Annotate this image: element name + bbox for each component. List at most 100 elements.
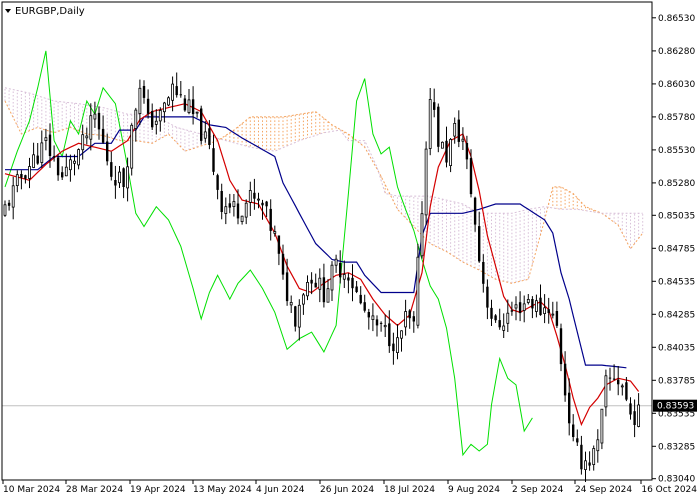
candle-body-bear <box>580 444 583 470</box>
candle-body-bull <box>301 294 305 305</box>
candle-body-bear <box>48 134 52 156</box>
candle-body-bull <box>257 198 260 201</box>
candle-body-bear <box>339 263 342 278</box>
y-tick-label: 0.85780 <box>658 113 695 123</box>
candle-body-bear <box>142 86 146 98</box>
candle-body-bear <box>261 202 264 206</box>
candle-body-bull <box>203 131 207 139</box>
candle-body-bull <box>126 166 129 189</box>
candle-body-bear <box>518 302 522 314</box>
candle <box>437 103 440 153</box>
candle-body-bear <box>20 174 23 178</box>
candle-body-bear <box>490 307 493 319</box>
candle-body-bull <box>334 258 338 266</box>
candle-body-bear <box>191 99 195 115</box>
x-tick-label: 4 Jun 2024 <box>256 485 305 495</box>
candle-body-bull <box>551 313 555 316</box>
candle <box>167 96 170 107</box>
candle-body-bull <box>600 408 604 444</box>
chart-background <box>0 0 700 500</box>
candle-body-bull <box>248 190 252 203</box>
x-tick-label: 16 Oct 2024 <box>641 485 697 495</box>
candle-body-bear <box>114 180 117 186</box>
candle-body-bull <box>134 109 138 129</box>
candle-body-bull <box>453 123 457 137</box>
current-price-label: 0.83593 <box>653 399 697 412</box>
candle-body-bear <box>445 140 448 163</box>
candle-body-bull <box>637 404 640 427</box>
candle-body-bear <box>379 322 383 324</box>
x-tick-label: 24 Sep 2024 <box>575 485 632 495</box>
candle-body-bull <box>543 307 546 314</box>
candle-body-bear <box>367 312 370 318</box>
x-tick-label: 28 Mar 2024 <box>66 485 123 495</box>
candle-body-bull <box>330 264 334 291</box>
candle-body-bull <box>404 311 408 328</box>
candle-body-bull <box>318 277 322 290</box>
candle-body-bull <box>620 385 624 388</box>
y-tick-label: 0.86530 <box>658 14 695 24</box>
candle-body-bull <box>297 304 301 328</box>
candle-body-bear <box>7 202 11 206</box>
candle-body-bear <box>559 328 563 365</box>
candle-body-bear <box>220 191 223 212</box>
candle-body-bull <box>44 137 48 141</box>
candle-body-bear <box>175 86 178 96</box>
candle-body-bull <box>158 110 162 122</box>
candle-body-bull <box>502 325 506 331</box>
candle <box>440 141 444 149</box>
candle-body-bear <box>375 319 379 326</box>
candle-body-bull <box>306 281 309 297</box>
candle-body-bull <box>171 83 175 101</box>
candle-body-bull <box>195 111 199 114</box>
candle-body-bull <box>89 115 93 140</box>
candle-body-bear <box>576 438 579 443</box>
candle-body-bull <box>40 142 44 163</box>
candle-body-bear <box>392 343 395 352</box>
candle-body-bear <box>629 403 632 415</box>
candle-body-bull <box>77 149 80 166</box>
candle-body-bear <box>269 208 272 231</box>
candle-body-bear <box>531 299 534 309</box>
candle-body-bull <box>232 201 236 207</box>
candle-body-bear <box>265 201 268 207</box>
candle-body-bear <box>563 363 567 396</box>
candle-body-bear <box>465 143 469 160</box>
candle-body-bear <box>322 277 326 303</box>
candle-body-bull <box>461 138 465 142</box>
chart-title: EURGBP,Daily <box>15 6 85 17</box>
y-tick-label: 0.86030 <box>658 80 695 90</box>
x-tick-label: 13 May 2024 <box>193 485 252 495</box>
candle-body-bear <box>572 424 575 437</box>
candle-body-bear <box>101 128 105 143</box>
y-tick-label: 0.84785 <box>658 244 695 254</box>
candle-body-bear <box>359 294 362 304</box>
candle-body-bull <box>592 448 596 466</box>
candle-body-bear <box>625 382 628 400</box>
candle-body-bull <box>416 256 420 326</box>
candle-body-bull <box>420 213 424 257</box>
y-tick-label: 0.85280 <box>658 179 695 189</box>
candle-body-bull <box>244 202 248 218</box>
x-tick-label: 2 Sep 2024 <box>512 485 564 495</box>
candle-body-bear <box>473 197 477 225</box>
candle-body-bear <box>469 158 473 195</box>
current-price-value: 0.83593 <box>657 402 694 412</box>
candle-body-bear <box>498 320 501 328</box>
candle-body-bear <box>212 148 215 172</box>
candle-body-bull <box>326 288 330 303</box>
candle-body-bull <box>28 166 31 179</box>
candle-body-bear <box>486 286 489 308</box>
candle-body-bear <box>183 98 187 111</box>
candle-body-bull <box>154 120 158 125</box>
candle <box>559 323 563 372</box>
candle-body-bear <box>216 175 219 190</box>
candle-body-bull <box>289 301 293 306</box>
candle-body-bear <box>61 172 64 178</box>
candle-body-bull <box>428 99 432 149</box>
price-chart[interactable]: 0.86530 0.86280 0.86030 0.85780 0.85530 0.852… <box>0 0 700 500</box>
candle-body-bull <box>93 113 97 120</box>
candle-body-bull <box>162 102 166 113</box>
candle-body-bull <box>514 304 518 309</box>
y-tick-label: 0.83040 <box>658 475 695 485</box>
